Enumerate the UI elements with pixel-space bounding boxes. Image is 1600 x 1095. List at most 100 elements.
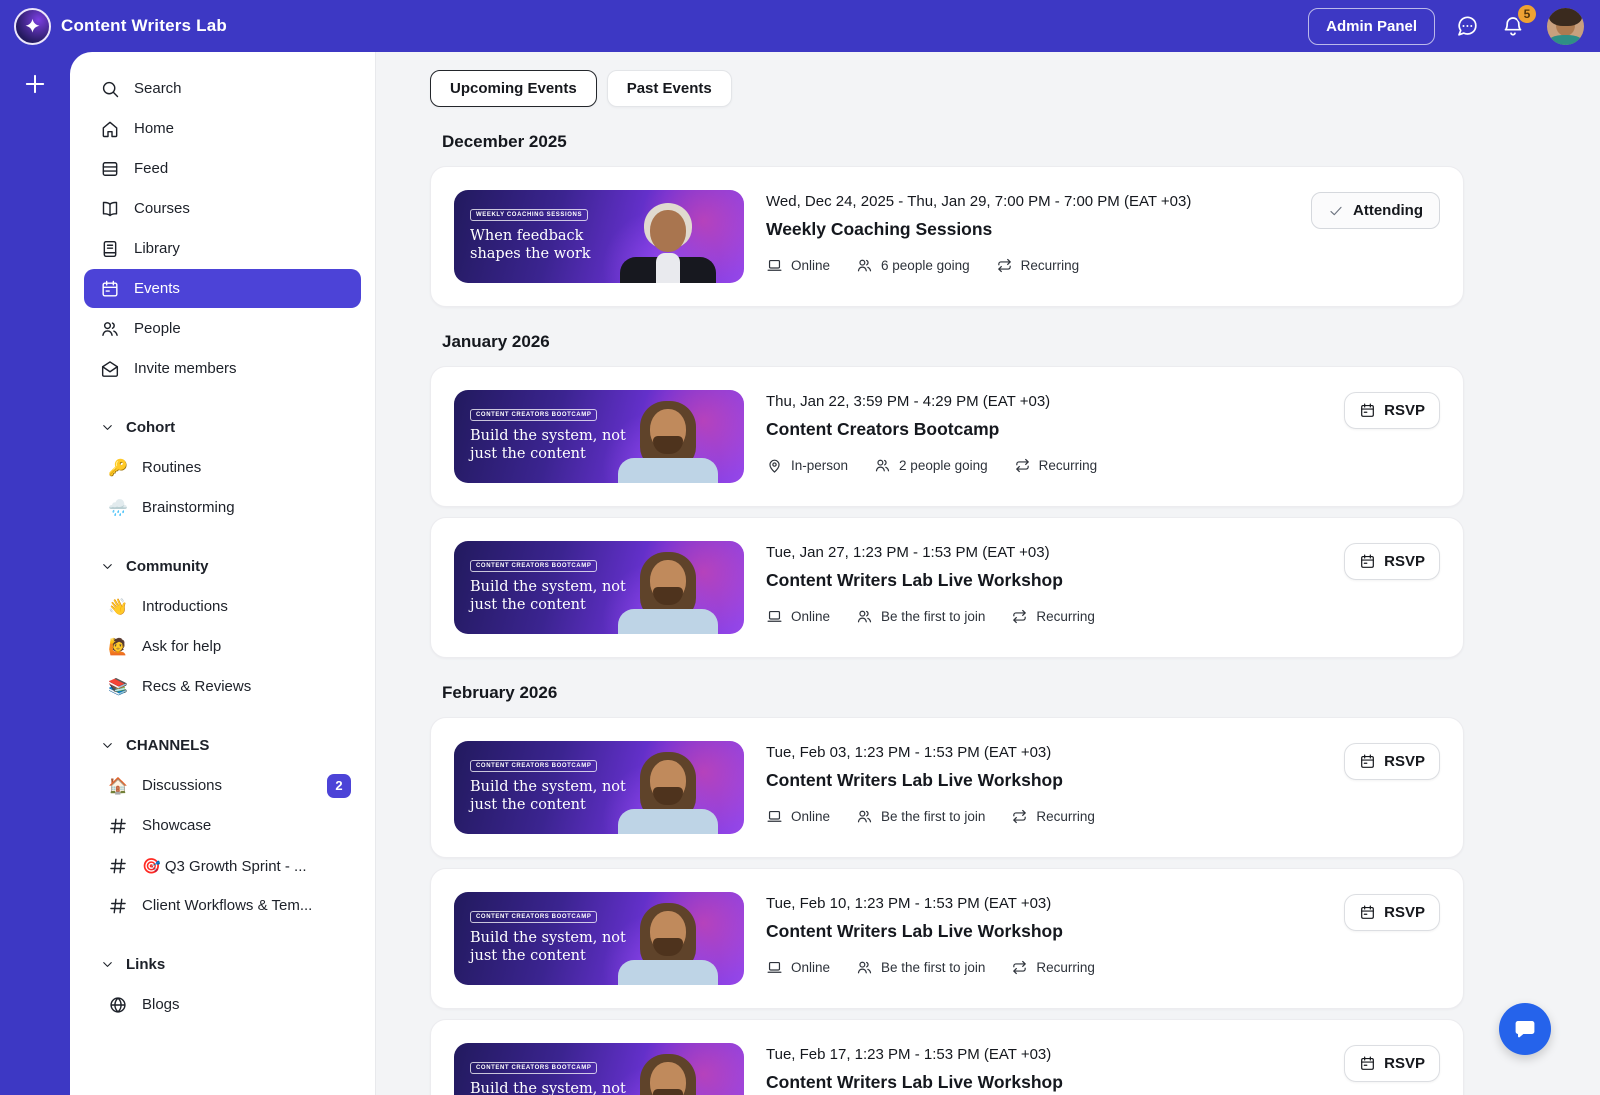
- tab-past-events[interactable]: Past Events: [606, 70, 732, 107]
- person-body: [618, 458, 718, 483]
- messages-button[interactable]: [1455, 13, 1481, 39]
- tab-upcoming-events[interactable]: Upcoming Events: [430, 70, 597, 107]
- sidebar-item-ask-for-help[interactable]: 🙋 Ask for help: [84, 627, 361, 666]
- month-heading: February 2026: [442, 683, 558, 702]
- event-location-label: Online: [791, 809, 831, 824]
- globe-icon: [108, 995, 128, 1015]
- event-banner-text: Build the system, not just the content: [470, 428, 626, 462]
- sidebar-item-feed[interactable]: Feed: [84, 149, 361, 188]
- sidebar-item-label: Courses: [134, 200, 190, 217]
- rsvp-button[interactable]: RSVP: [1344, 392, 1440, 429]
- sidebar-section-cohort[interactable]: Cohort: [84, 412, 361, 442]
- event-location: In-person: [766, 457, 848, 474]
- ask-for-help-emoji-icon: 🙋: [108, 638, 128, 656]
- add-community-button[interactable]: [21, 70, 49, 98]
- event-recurring-label: Recurring: [1038, 458, 1098, 473]
- event-card[interactable]: WEEKLY COACHING SESSIONS When feedback sh…: [430, 166, 1464, 307]
- chat-widget-button[interactable]: [1499, 1003, 1551, 1055]
- event-card[interactable]: CONTENT CREATORS BOOTCAMP Build the syste…: [430, 868, 1464, 1009]
- event-date: Tue, Jan 27, 1:23 PM - 1:53 PM (EAT +03): [766, 544, 1050, 561]
- sidebar-item-label: Showcase: [142, 817, 212, 834]
- event-info: Tue, Feb 17, 1:23 PM - 1:53 PM (EAT +03)…: [766, 1043, 1322, 1095]
- sidebar-section-community[interactable]: Community: [84, 551, 361, 581]
- event-recurring-label: Recurring: [1036, 609, 1095, 624]
- sidebar-item-label: Library: [134, 240, 180, 257]
- sidebar-item-invite-members[interactable]: Invite members: [84, 349, 361, 388]
- event-banner-person: [618, 752, 718, 834]
- sidebar-item-introductions[interactable]: 👋 Introductions: [84, 587, 361, 626]
- sidebar-item-label: Introductions: [142, 598, 228, 615]
- sidebar-section-channels[interactable]: CHANNELS: [84, 730, 361, 760]
- event-banner-badge: WEEKLY COACHING SESSIONS: [470, 209, 589, 222]
- community-rail: [0, 52, 70, 1095]
- sidebar-item-library[interactable]: Library: [84, 229, 361, 268]
- sidebar-item-people[interactable]: People: [84, 309, 361, 348]
- sidebar-item-search[interactable]: Search: [84, 69, 361, 108]
- event-meta: Online Be the first to join Recurring: [766, 608, 1322, 625]
- people-icon: [856, 808, 873, 825]
- event-banner-person: [618, 903, 718, 985]
- month-heading: January 2026: [442, 332, 550, 351]
- event-banner-text: Build the system, not just the content: [470, 930, 626, 964]
- sidebar-item-brainstorming[interactable]: 🌧️ Brainstorming: [84, 488, 361, 527]
- sidebar-item-label: 🎯 Q3 Growth Sprint - ...: [142, 857, 307, 875]
- screen: Content Writers Lab Admin Panel 5 Search…: [0, 0, 1600, 1095]
- sidebar-item-routines[interactable]: 🔑 Routines: [84, 448, 361, 487]
- event-banner-badge: CONTENT CREATORS BOOTCAMP: [470, 560, 598, 573]
- notifications-button[interactable]: 5: [1501, 3, 1538, 39]
- sidebar-item-label: Brainstorming: [142, 499, 235, 516]
- calendar-icon: [1359, 1055, 1376, 1072]
- rsvp-button[interactable]: RSVP: [1344, 543, 1440, 580]
- event-action: RSVP: [1344, 741, 1440, 834]
- rsvp-button[interactable]: RSVP: [1344, 743, 1440, 780]
- header-actions: Admin Panel 5: [1308, 3, 1584, 45]
- sidebar-item-recs-reviews[interactable]: 📚 Recs & Reviews: [84, 667, 361, 706]
- person-beard: [653, 1089, 683, 1095]
- sidebar-item-client-workflows-tem[interactable]: Client Workflows & Tem...: [84, 886, 361, 925]
- laptop-icon: [766, 257, 783, 274]
- event-location: Online: [766, 808, 830, 825]
- sidebar-item-courses[interactable]: Courses: [84, 189, 361, 228]
- event-recurring: Recurring: [1011, 608, 1095, 625]
- event-banner: CONTENT CREATORS BOOTCAMP Build the syste…: [454, 390, 744, 483]
- sidebar-item-home[interactable]: Home: [84, 109, 361, 148]
- user-avatar[interactable]: [1547, 7, 1584, 45]
- admin-panel-button[interactable]: Admin Panel: [1308, 7, 1435, 45]
- event-recurring: Recurring: [1014, 457, 1098, 474]
- rsvp-button[interactable]: RSVP: [1344, 1045, 1440, 1082]
- event-banner-text: Build the system, not just the content: [470, 579, 626, 613]
- recurring-icon: [1011, 808, 1028, 825]
- chevron-icon: [100, 738, 115, 753]
- event-meta: Online Be the first to join Recurring: [766, 808, 1322, 825]
- event-banner: CONTENT CREATORS BOOTCAMP Build the syste…: [454, 1043, 744, 1095]
- event-banner-badge: CONTENT CREATORS BOOTCAMP: [470, 409, 598, 422]
- sidebar-section-label: Cohort: [126, 418, 176, 436]
- event-title: Content Writers Lab Live Workshop: [766, 570, 1063, 590]
- sidebar-item-q3-growth-sprint[interactable]: 🎯 Q3 Growth Sprint - ...: [84, 846, 361, 885]
- event-location-label: In-person: [791, 458, 849, 473]
- event-card[interactable]: CONTENT CREATORS BOOTCAMP Build the syste…: [430, 1019, 1464, 1095]
- sidebar-item-showcase[interactable]: Showcase: [84, 806, 361, 845]
- chevron-icon: [100, 957, 115, 972]
- rsvp-button[interactable]: RSVP: [1344, 894, 1440, 931]
- sidebar-item-blogs[interactable]: Blogs: [84, 985, 361, 1024]
- event-meta: Online 6 people going Recurring: [766, 257, 1289, 274]
- event-card[interactable]: CONTENT CREATORS BOOTCAMP Build the syste…: [430, 717, 1464, 858]
- people-icon: [856, 257, 873, 274]
- calendar-icon: [100, 279, 120, 299]
- event-card[interactable]: CONTENT CREATORS BOOTCAMP Build the syste…: [430, 366, 1464, 507]
- event-card[interactable]: CONTENT CREATORS BOOTCAMP Build the syste…: [430, 517, 1464, 658]
- sidebar-item-label: Home: [134, 120, 175, 137]
- sidebar-item-events[interactable]: Events: [84, 269, 361, 308]
- sidebar-item-label: Invite members: [134, 360, 237, 377]
- community-logo[interactable]: [14, 7, 51, 45]
- event-action: RSVP: [1344, 1043, 1440, 1095]
- sidebar-section-links[interactable]: Links: [84, 949, 361, 979]
- event-title: Weekly Coaching Sessions: [766, 219, 993, 239]
- attending-button[interactable]: Attending: [1311, 192, 1440, 229]
- sidebar-item-label: Client Workflows & Tem...: [142, 897, 313, 914]
- event-attendance-label: 6 people going: [881, 258, 970, 273]
- sidebar-item-discussions[interactable]: 🏠 Discussions 2: [84, 766, 361, 805]
- people-icon: [874, 457, 891, 474]
- event-recurring-label: Recurring: [1020, 258, 1080, 273]
